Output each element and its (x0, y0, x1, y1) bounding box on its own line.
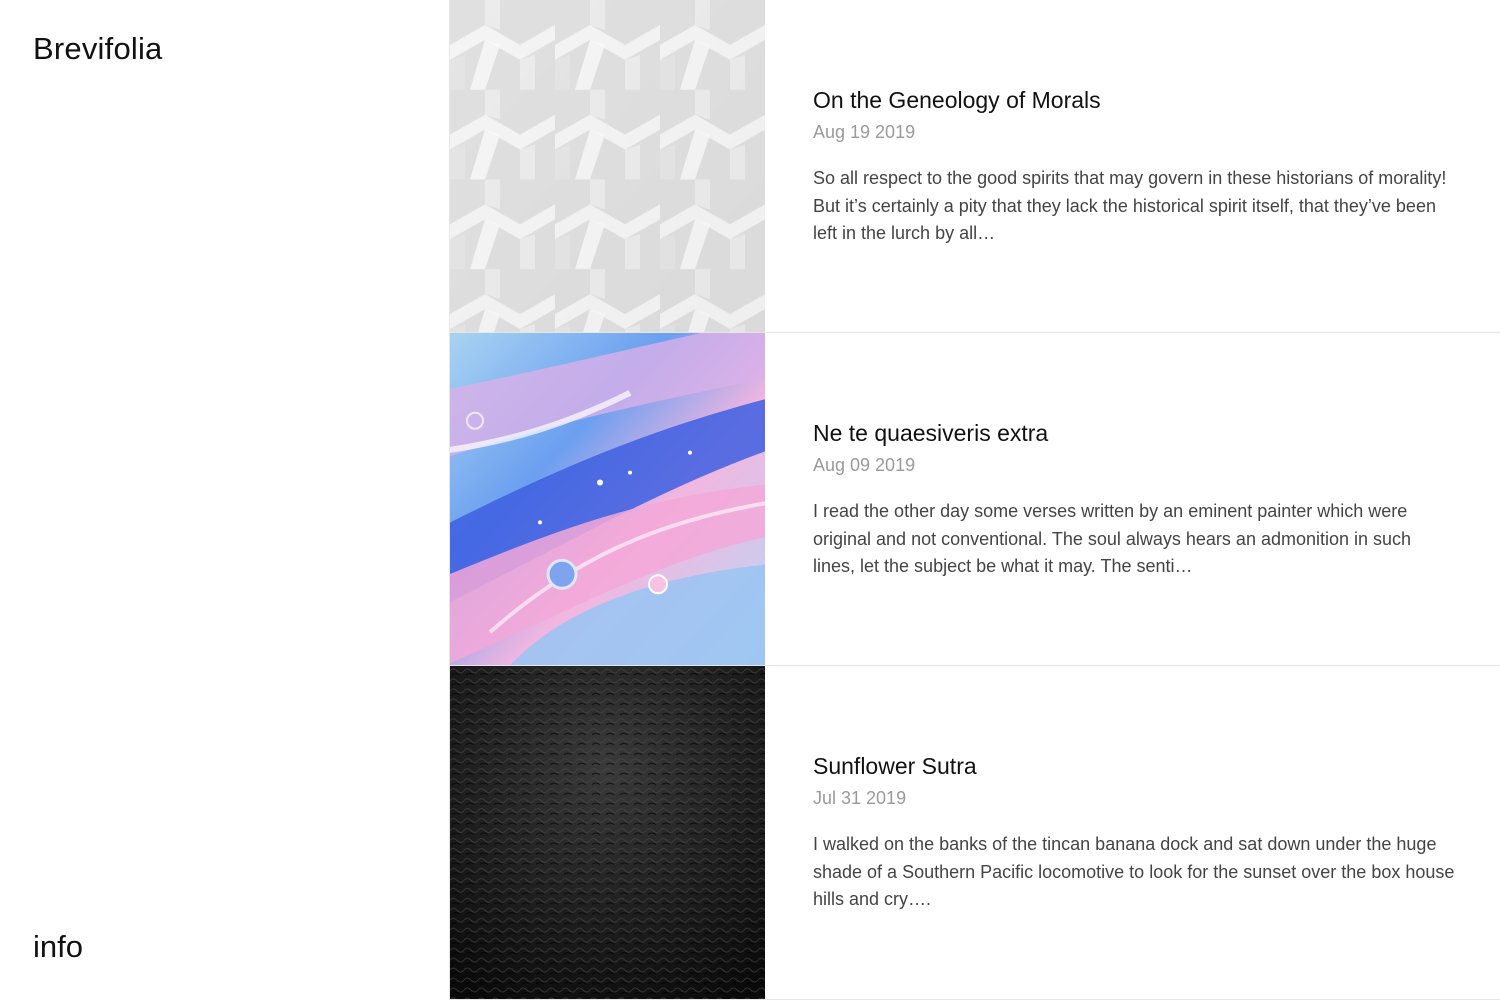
sidebar: Brevifolia info (0, 0, 450, 1000)
post-excerpt: I walked on the banks of the tincan bana… (813, 834, 1455, 909)
post-thumbnail-black-leather[interactable] (450, 666, 765, 999)
post-body: On the Geneology of Morals Aug 19 2019 S… (765, 0, 1500, 332)
post-title[interactable]: Sunflower Sutra (813, 750, 1460, 782)
post-item[interactable]: Ne te quaesiveris extra Aug 09 2019 I re… (450, 333, 1500, 666)
post-item[interactable]: On the Geneology of Morals Aug 19 2019 S… (450, 0, 1500, 333)
post-title[interactable]: Ne te quaesiveris extra (813, 417, 1460, 449)
post-list: On the Geneology of Morals Aug 19 2019 S… (450, 0, 1500, 1000)
post-item[interactable]: Sunflower Sutra Jul 31 2019 I walked on … (450, 666, 1500, 1000)
post-title[interactable]: On the Geneology of Morals (813, 84, 1460, 116)
site-title-link[interactable]: Brevifolia (33, 31, 163, 67)
post-excerpt: I read the other day some verses written… (813, 501, 1412, 576)
post-date: Aug 09 2019 (813, 455, 916, 475)
post-date: Jul 31 2019 (813, 788, 907, 808)
post-body: Sunflower Sutra Jul 31 2019 I walked on … (765, 666, 1500, 999)
post-date: Aug 19 2019 (813, 122, 916, 142)
info-link[interactable]: info (33, 929, 83, 965)
post-thumbnail-white-weave[interactable] (450, 0, 765, 332)
page: Brevifolia info On the Geneology of Mora… (0, 0, 1500, 1000)
post-excerpt: So all respect to the good spirits that … (813, 168, 1447, 243)
post-body: Ne te quaesiveris extra Aug 09 2019 I re… (765, 333, 1500, 665)
post-thumbnail-marble[interactable] (450, 333, 765, 665)
